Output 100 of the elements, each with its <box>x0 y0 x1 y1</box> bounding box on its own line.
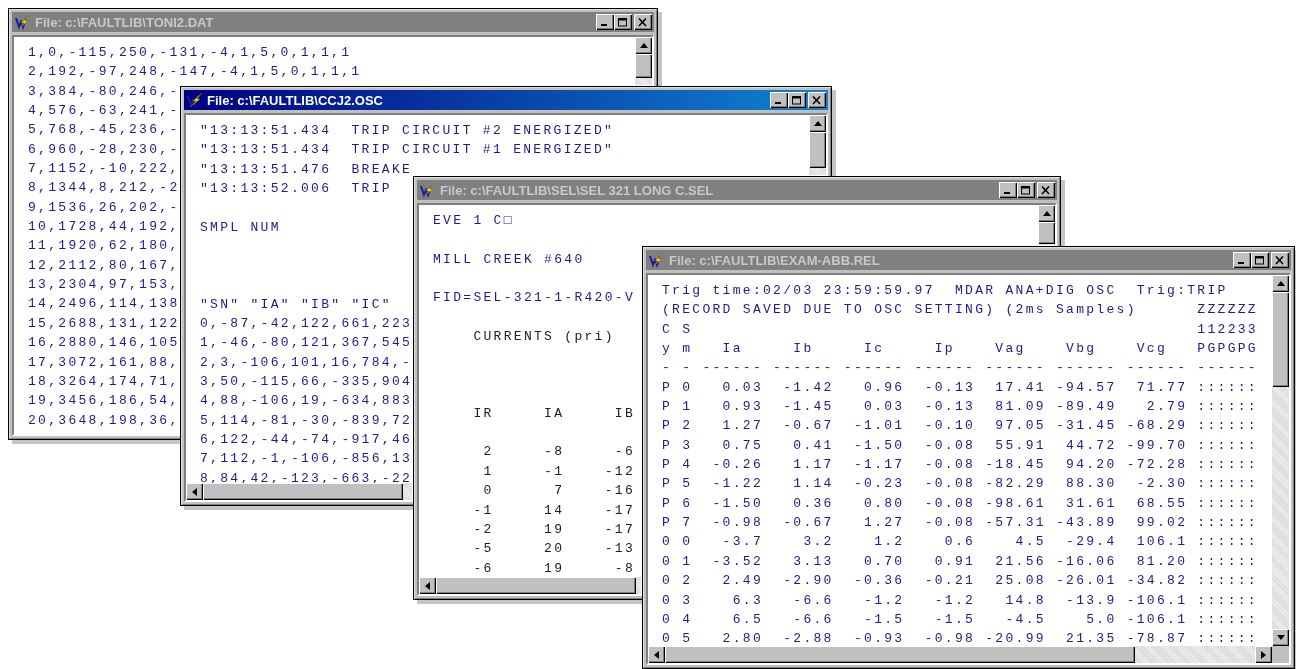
text-line: 4,576,-63,241,- <box>28 103 180 119</box>
text-line: 4,88,-106,19,-634,883 <box>200 393 413 409</box>
text-line: C S 112233 <box>662 321 1258 337</box>
text-line: 8,1344,8,212,-2 <box>28 180 180 196</box>
text-line: 5,114,-81,-30,-839,72 <box>200 412 413 428</box>
text-line: "SN" "IA" "IB" "IC" <box>200 296 392 312</box>
text-line: CURRENTS (pri) <box>472 328 615 344</box>
window-title: File: c:\FAULTLIB\CCJ2.OSC <box>207 92 384 108</box>
minimize-button[interactable] <box>770 92 788 108</box>
text-line: 7,112,-1,-106,-856,13 <box>200 451 413 467</box>
text-line: 18,3264,174,71, <box>28 373 180 389</box>
scroll-up-button[interactable] <box>809 115 826 132</box>
text-line: MILL CREEK #640 <box>433 251 585 267</box>
scroll-left-button[interactable] <box>419 577 436 594</box>
scroll-up-button[interactable] <box>1272 275 1289 292</box>
text-line: 3,50,-115,66,-335,904 <box>200 374 413 390</box>
text-line: 0 3 6.3 -6.6 -1.2 -1.2 14.8 -13.9 -106.1 :::::: <box>662 592 1258 608</box>
text-line: 9,1536,26,202,- <box>28 199 180 215</box>
text-line: 7,1152,-10,222, <box>28 161 180 177</box>
scrollbar-thumb[interactable] <box>203 483 403 500</box>
scrollbar-thumb[interactable] <box>809 132 826 168</box>
close-button[interactable] <box>808 92 826 108</box>
text-line: -2 19 -17 <box>472 521 636 537</box>
text-line: 20,3648,198,36, <box>28 412 180 428</box>
text-line: y m Ia Ib Ic Ip Vag Vbg Vcg PGPGPG <box>662 341 1258 357</box>
text-line: P 6 -1.50 0.36 0.80 -0.08 -98.61 31.61 68.55 :::::: <box>662 495 1258 511</box>
text-line: EVE 1 C□ <box>433 213 514 228</box>
lightning-icon <box>649 252 665 268</box>
text-line: P 1 0.93 -1.45 0.03 -0.13 81.09 -89.49 2.79 :::::: <box>662 399 1258 415</box>
close-icon <box>638 17 648 27</box>
text-line: 10,1728,44,192, <box>28 219 180 235</box>
scrollbar-track[interactable] <box>1038 244 1055 245</box>
left-arrow-icon <box>654 650 659 659</box>
maximize-icon <box>618 17 628 27</box>
scrollbar-thumb[interactable] <box>635 54 652 78</box>
text-line: P 4 -0.26 1.17 -1.17 -0.08 -18.45 94.20 -72.28 :::::: <box>662 457 1258 473</box>
scroll-down-button[interactable] <box>1272 629 1289 646</box>
minimize-icon <box>601 24 607 26</box>
scrollbar-track[interactable] <box>809 168 826 175</box>
text-line: 6,122,-44,-74,-917,46 <box>200 432 413 448</box>
minimize-icon <box>1238 262 1244 264</box>
text-line: 0,-87,-42,122,661,223 <box>200 316 413 332</box>
scrollbar-track[interactable] <box>636 577 641 594</box>
text-line: 11,1920,62,180, <box>28 238 180 254</box>
text-line: FID=SEL-321-1-R420-V <box>433 290 636 306</box>
text-line: (RECORD SAVED DUE TO OSC SETTING) (2ms Samples) ZZZZZZ <box>662 302 1258 318</box>
text-line: -5 20 -13 <box>472 541 636 557</box>
scroll-right-button[interactable] <box>1255 646 1272 663</box>
scrollbar-track[interactable] <box>403 483 412 500</box>
scrollbar-thumb[interactable] <box>665 646 1135 663</box>
text-line: -6 19 -8 <box>472 560 636 576</box>
text-line: 19,3456,186,54, <box>28 393 180 409</box>
text-line: Trig time:02/03 23:59:59.97 MDAR ANA+DIG OSC Trig:TRIP <box>662 283 1228 298</box>
text-line: IR IA IB <box>472 405 636 421</box>
text-line: 14,2496,114,138 <box>28 296 180 312</box>
text-line: SMPL NUM <box>200 219 281 235</box>
text-line: P 0 0.03 -1.42 0.96 -0.13 17.41 -94.57 71.77 :::::: <box>662 379 1258 395</box>
text-line: 0 7 -16 <box>482 483 636 499</box>
minimize-icon <box>775 102 781 104</box>
left-arrow-icon <box>192 487 197 496</box>
scroll-up-button[interactable] <box>1038 205 1055 222</box>
up-arrow-icon <box>813 121 822 126</box>
text-line: 15,2688,131,122 <box>28 315 180 331</box>
maximize-icon <box>1021 185 1031 195</box>
lightning-icon <box>420 182 436 198</box>
close-icon <box>812 95 822 105</box>
text-line: 5,768,-45,236,- <box>28 122 180 138</box>
close-icon <box>1275 255 1285 265</box>
text-line: 2,192,-97,248,-147,-4,1,5,0,1,1,1 <box>28 64 362 80</box>
maximize-icon <box>792 95 802 105</box>
left-arrow-icon <box>425 581 430 590</box>
text-line: 1,0,-115,250,-131,-4,1,5,0,1,1,1 <box>28 45 352 60</box>
text-line: 0 5 2.80 -2.88 -0.93 -0.98 -20.99 21.35 -78.87 :::::: <box>662 631 1258 646</box>
text-line: -1 14 -17 <box>472 502 636 518</box>
up-arrow-icon <box>1276 281 1285 286</box>
text-line: 17,3072,161,88, <box>28 354 180 370</box>
maximize-button[interactable] <box>788 92 806 108</box>
window-title: File: c:\FAULTLIB\TONI2.DAT <box>35 14 215 30</box>
text-line: 1,-46,-80,121,367,545 <box>200 335 413 351</box>
text-line: 0 1 -3.52 3.13 0.70 0.91 21.56 -16.06 81.20 :::::: <box>662 553 1258 569</box>
scrollbar-thumb[interactable] <box>1038 222 1055 244</box>
scroll-left-button[interactable] <box>648 646 665 663</box>
scroll-up-button[interactable] <box>635 37 652 54</box>
scrollbar-track[interactable] <box>635 78 652 85</box>
scrollbar-thumb[interactable] <box>436 577 636 594</box>
text-line: "13:13:52.006 TRIP <box>200 181 392 197</box>
text-line: P 3 0.75 0.41 -1.50 -0.08 55.91 44.72 -99.70 :::::: <box>662 437 1258 453</box>
window-title: File: c:\FAULTLIB\EXAM-ABB.REL <box>669 252 881 268</box>
text-line: 1 -1 -12 <box>482 463 636 479</box>
text-line: P 7 -0.98 -0.67 1.27 -0.08 -57.31 -43.89 99.02 :::::: <box>662 515 1258 531</box>
text-line: 0 0 -3.7 3.2 1.2 0.6 4.5 -29.4 106.1 :::::: <box>662 534 1258 550</box>
scrollbar-corner <box>1272 646 1289 663</box>
text-line: 12,2112,80,167, <box>28 257 180 273</box>
text-line: 16,2880,146,105 <box>28 335 180 351</box>
maximize-icon <box>1255 255 1265 265</box>
text-line: 6,960,-28,230,- <box>28 141 180 157</box>
scrollbar-thumb[interactable] <box>1272 292 1289 387</box>
up-arrow-icon <box>1042 211 1051 216</box>
text-line: "13:13:51.476 BREAKE <box>200 161 413 177</box>
scroll-left-button[interactable] <box>186 483 203 500</box>
